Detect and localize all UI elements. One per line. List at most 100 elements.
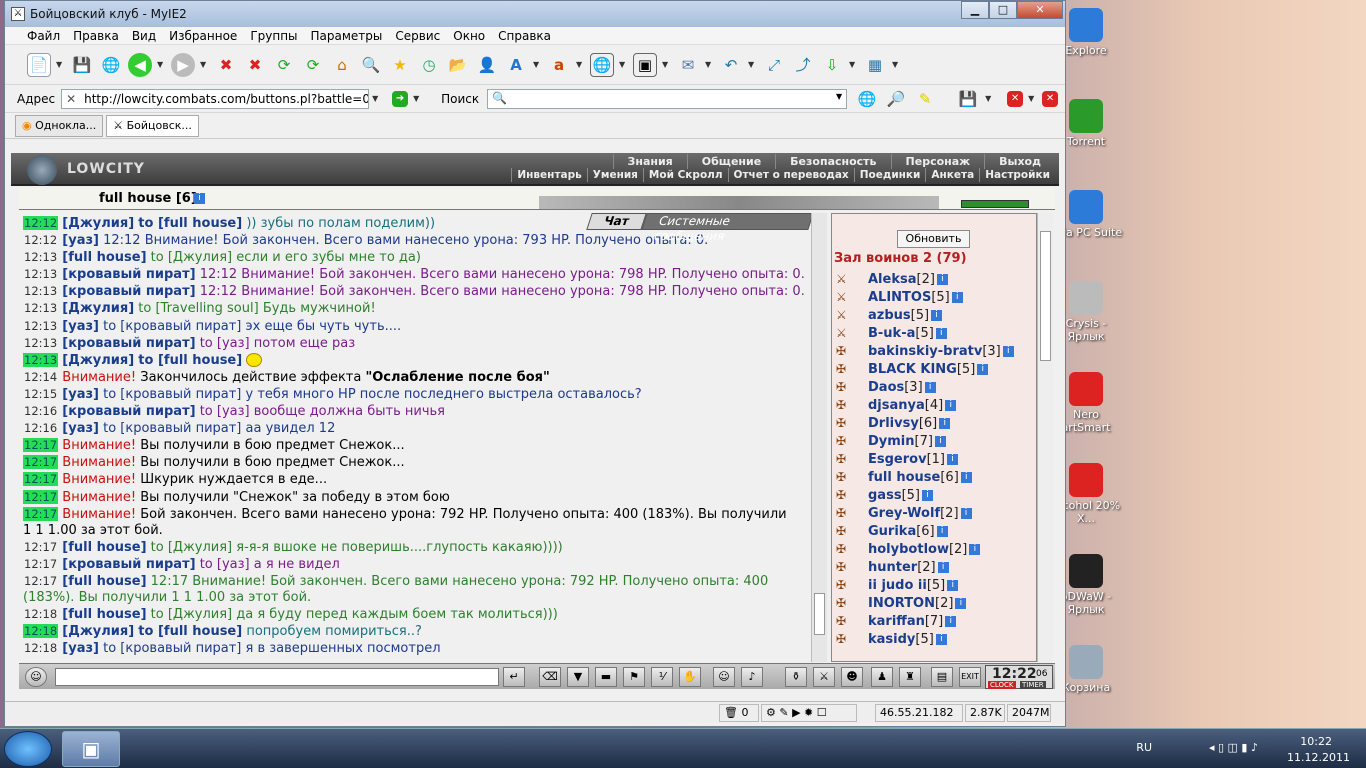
stop-all-icon[interactable]: ✖: [243, 53, 267, 77]
window2-icon[interactable]: ⤴: [791, 53, 815, 77]
info-icon[interactable]: i: [936, 525, 948, 537]
minimize-button[interactable]: ▁: [961, 1, 989, 19]
user-row[interactable]: ✠ holybotlow [2] i: [836, 540, 1014, 558]
tab-system-messages[interactable]: Системные сообщения: [640, 213, 811, 243]
sender-name[interactable]: [кровавый пират]: [62, 336, 195, 351]
user-name[interactable]: holybotlow: [868, 542, 949, 557]
language-indicator[interactable]: RU: [1136, 741, 1152, 754]
favorites-icon[interactable]: ★: [388, 53, 412, 77]
menu-item-8[interactable]: Справка: [498, 29, 551, 43]
user-name[interactable]: ALINTOS: [868, 290, 931, 305]
run-icon[interactable]: ⚑: [623, 667, 645, 687]
user-row[interactable]: ✠ hunter [2] i: [836, 558, 1014, 576]
info-icon[interactable]: i: [955, 597, 967, 609]
close-all-icon[interactable]: ✕: [1042, 90, 1059, 107]
smile-icon[interactable]: ☺: [25, 667, 47, 687]
info-icon[interactable]: i: [960, 471, 972, 483]
user-name[interactable]: Grey-Wolf: [868, 506, 940, 521]
start-button[interactable]: [4, 731, 52, 767]
menu-item-4[interactable]: Группы: [250, 29, 297, 43]
user-name[interactable]: kariffan: [868, 614, 925, 629]
user-row[interactable]: ✠ Drlivsy [6] i: [836, 414, 1014, 432]
sender-name[interactable]: [full house]: [62, 250, 146, 265]
user-row[interactable]: ⚔ B-uk-a [5] i: [836, 324, 1014, 342]
battle-icon[interactable]: ⚔: [813, 667, 835, 687]
go-icon[interactable]: ➔: [392, 90, 409, 107]
globe-icon[interactable]: 🌐: [99, 53, 123, 77]
user-row[interactable]: ✠ Esgerov [1] i: [836, 450, 1014, 468]
info-icon[interactable]: i: [931, 309, 943, 321]
filter-icon[interactable]: ▼: [567, 667, 589, 687]
refresh-all-icon[interactable]: ⟳: [301, 53, 325, 77]
sender-name[interactable]: [уаз]: [62, 421, 99, 436]
nav-top-1[interactable]: Общение: [686, 154, 775, 169]
menu-item-2[interactable]: Вид: [132, 29, 156, 43]
sender-name[interactable]: [кровавый пират]: [62, 284, 195, 299]
user-name[interactable]: ii judo ii: [868, 578, 927, 593]
user-name[interactable]: Esgerov: [868, 452, 927, 467]
sender-name[interactable]: [кровавый пират]: [62, 404, 195, 419]
user-row[interactable]: ✠ Daos [3] i: [836, 378, 1014, 396]
info-icon[interactable]: i: [960, 507, 972, 519]
user-row[interactable]: ✠ full house [6] i: [836, 468, 1014, 486]
info-icon[interactable]: i: [937, 561, 949, 573]
sender-name[interactable]: [full house]: [62, 574, 146, 589]
user-icon[interactable]: 👤: [475, 53, 499, 77]
web-icon[interactable]: 🌐: [590, 52, 614, 77]
user-row[interactable]: ✠ INORTON [2] i: [836, 594, 1014, 612]
forward-icon[interactable]: ▶: [171, 52, 195, 77]
user-name[interactable]: djsanya: [868, 398, 925, 413]
user-name[interactable]: Daos: [868, 380, 904, 395]
info-icon[interactable]: i: [945, 399, 957, 411]
nav-top-4[interactable]: Выход: [984, 154, 1055, 169]
nav-top-2[interactable]: Безопасность: [775, 154, 890, 169]
close-tab-icon[interactable]: ✕: [1007, 90, 1024, 107]
history-icon[interactable]: ◷: [417, 53, 441, 77]
nav-sub-2[interactable]: Мой Скролл: [642, 168, 728, 182]
info-icon[interactable]: i: [921, 489, 933, 501]
close-button[interactable]: ✕: [1017, 1, 1063, 19]
user-name[interactable]: B-uk-a: [868, 326, 915, 341]
trash-status[interactable]: 🗑 0: [719, 704, 759, 722]
user-name[interactable]: kasidy: [868, 632, 915, 647]
user-row[interactable]: ✠ Dymin [7] i: [836, 432, 1014, 450]
font-icon[interactable]: A: [504, 53, 528, 77]
user-row[interactable]: ✠ gass [5] i: [836, 486, 1014, 504]
info-icon[interactable]: i: [936, 273, 948, 285]
user-name[interactable]: Gurika: [868, 524, 916, 539]
user-row[interactable]: ✠ BLACK KING [5] i: [836, 360, 1014, 378]
save-search-icon[interactable]: 💾: [956, 87, 980, 111]
user-name[interactable]: Drlivsy: [868, 416, 919, 431]
nav-sub-3[interactable]: Отчет о переводах: [727, 168, 854, 182]
recipient-name[interactable]: to [full house]: [138, 624, 242, 639]
nav-sub-0[interactable]: Инвентарь: [511, 168, 586, 182]
grid-icon[interactable]: ▦: [863, 53, 887, 77]
monitor-icon[interactable]: ▬: [595, 667, 617, 687]
sender-name[interactable]: [Джулия]: [62, 301, 134, 316]
sender-name[interactable]: [уаз]: [62, 641, 99, 656]
window-icon[interactable]: ⤢: [762, 53, 786, 77]
user-row[interactable]: ✠ kariffan [7] i: [836, 612, 1014, 630]
sender-name[interactable]: [кровавый пират]: [62, 267, 195, 282]
box-icon[interactable]: ▣: [633, 52, 657, 77]
tab-combats[interactable]: ⚔ Бойцовск...: [106, 114, 199, 137]
chat-scrollbar[interactable]: [811, 213, 827, 662]
highlight-icon[interactable]: ✎: [913, 87, 937, 111]
info-icon[interactable]: i: [935, 633, 947, 645]
info-icon[interactable]: i: [1002, 345, 1014, 357]
find-icon[interactable]: 🔎: [884, 87, 908, 111]
info-icon[interactable]: i: [924, 381, 936, 393]
sender-name[interactable]: [Джулия]: [62, 624, 134, 639]
tray-icons[interactable]: ◂ ▯ ◫ ▮ ♪: [1209, 741, 1258, 754]
nav-sub-1[interactable]: Умения: [586, 168, 643, 182]
info-icon[interactable]: i: [939, 417, 951, 429]
translit-icon[interactable]: ⅟: [651, 667, 673, 687]
back-icon[interactable]: ◀: [128, 52, 152, 77]
recipient-name[interactable]: to [full house]: [138, 216, 242, 231]
encoding-icon[interactable]: a: [547, 53, 571, 77]
info-icon[interactable]: i: [947, 579, 959, 591]
undo-icon[interactable]: ↶: [719, 53, 743, 77]
nav-sub-4[interactable]: Поединки: [853, 168, 926, 182]
nav-top-3[interactable]: Персонаж: [890, 154, 985, 169]
info-icon[interactable]: i: [951, 291, 963, 303]
